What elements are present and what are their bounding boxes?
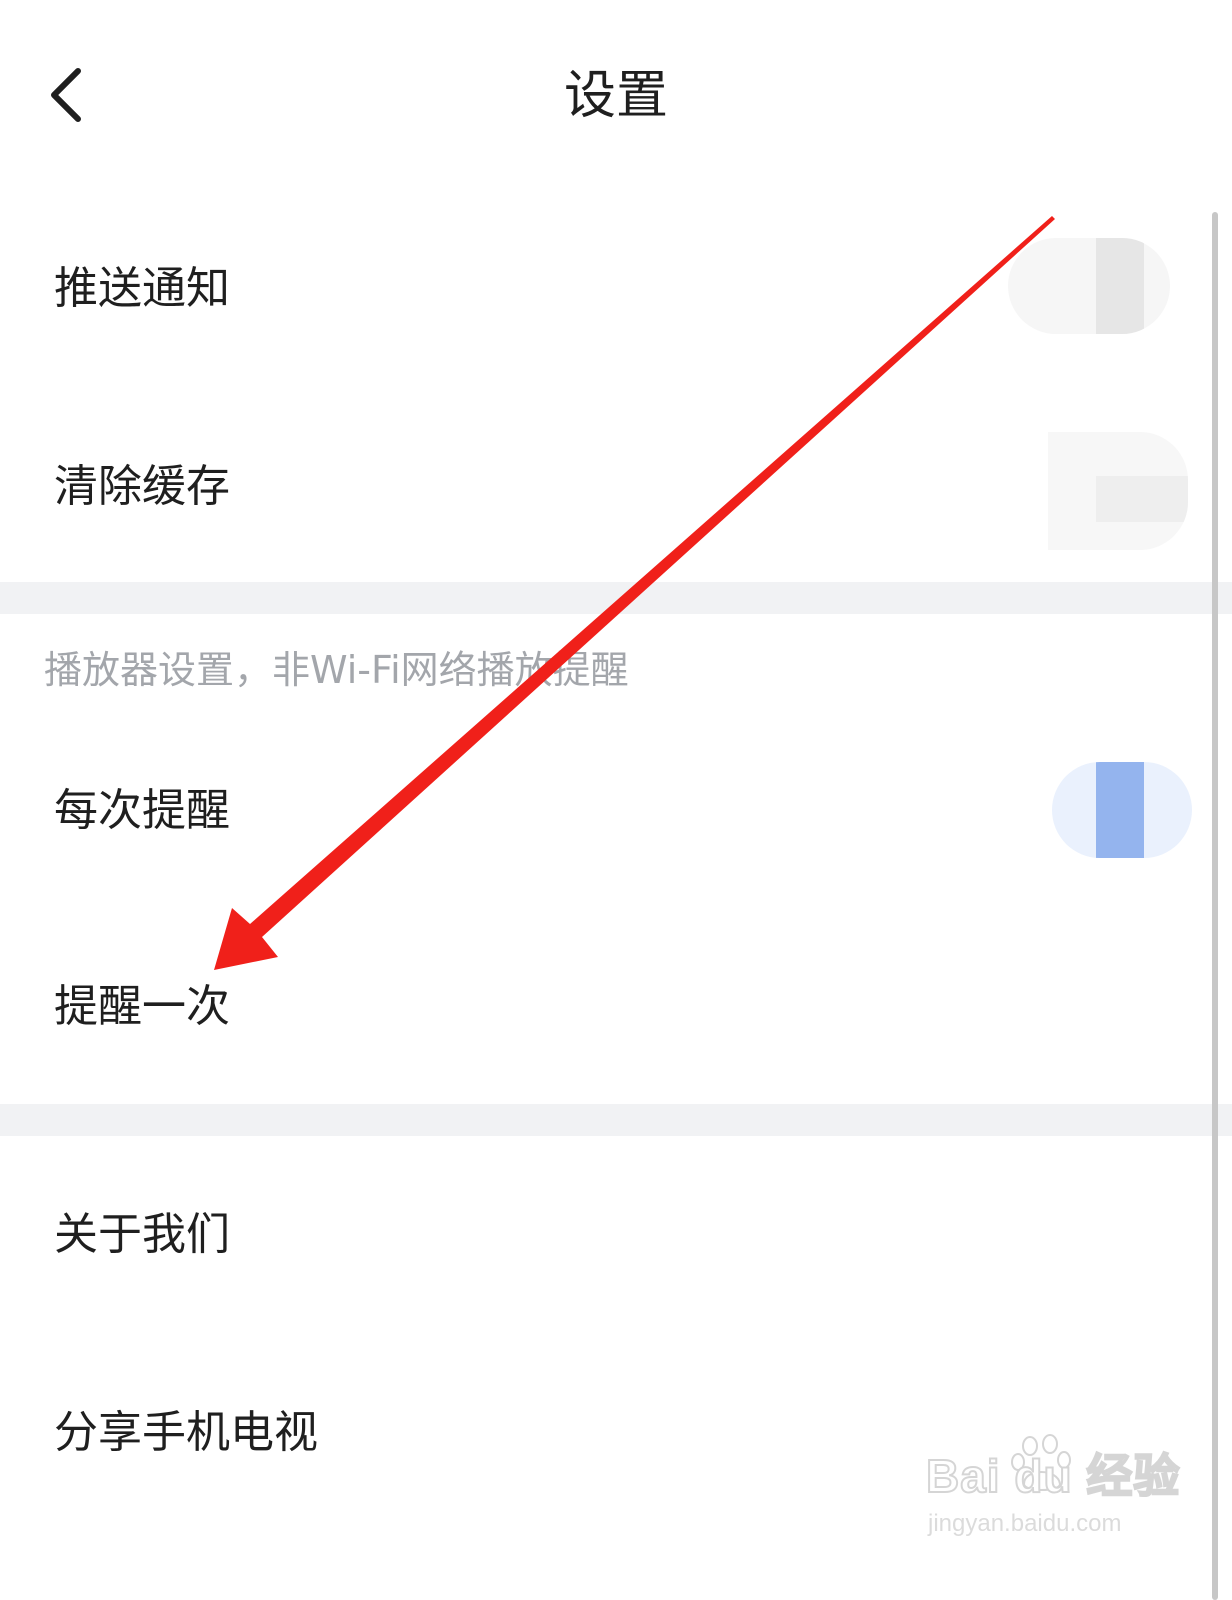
push-notification-toggle[interactable] [1008,238,1170,334]
settings-item-clear-cache[interactable]: 清除缓存 [0,388,1210,586]
radio-selected-indicator [1096,762,1144,858]
section-divider [0,1104,1232,1136]
settings-item-label: 分享手机电视 [54,1407,318,1458]
watermark-logo: Bai du 经验 [925,1449,1181,1503]
section-divider [0,582,1232,614]
settings-item-label: 关于我们 [54,1209,230,1260]
scrollbar[interactable] [1212,212,1218,1600]
header-bar: 设置 [0,0,1232,190]
watermark-url: jingyan.baidu.com [928,1510,1122,1537]
settings-item-label: 推送通知 [54,263,230,314]
settings-item-about-us[interactable]: 关于我们 [0,1136,1210,1334]
baidu-jingyan-watermark: Bai du 经验 jingyan.baidu.com [925,1432,1180,1552]
settings-item-remind-every-time[interactable]: 每次提醒 [0,712,1210,910]
settings-item-label: 清除缓存 [54,461,230,512]
settings-item-remind-once[interactable]: 提醒一次 [0,908,1210,1106]
cache-size-blur [1096,476,1188,522]
remind-every-time-radio[interactable] [1052,762,1192,858]
player-section-caption: 播放器设置，非Wi-Fi网络播放提醒 [44,648,629,692]
toggle-knob [1096,238,1144,334]
cache-size-value [1048,432,1188,550]
settings-item-label: 提醒一次 [54,981,230,1032]
page-title: 设置 [563,66,668,126]
settings-item-label: 每次提醒 [54,785,230,836]
